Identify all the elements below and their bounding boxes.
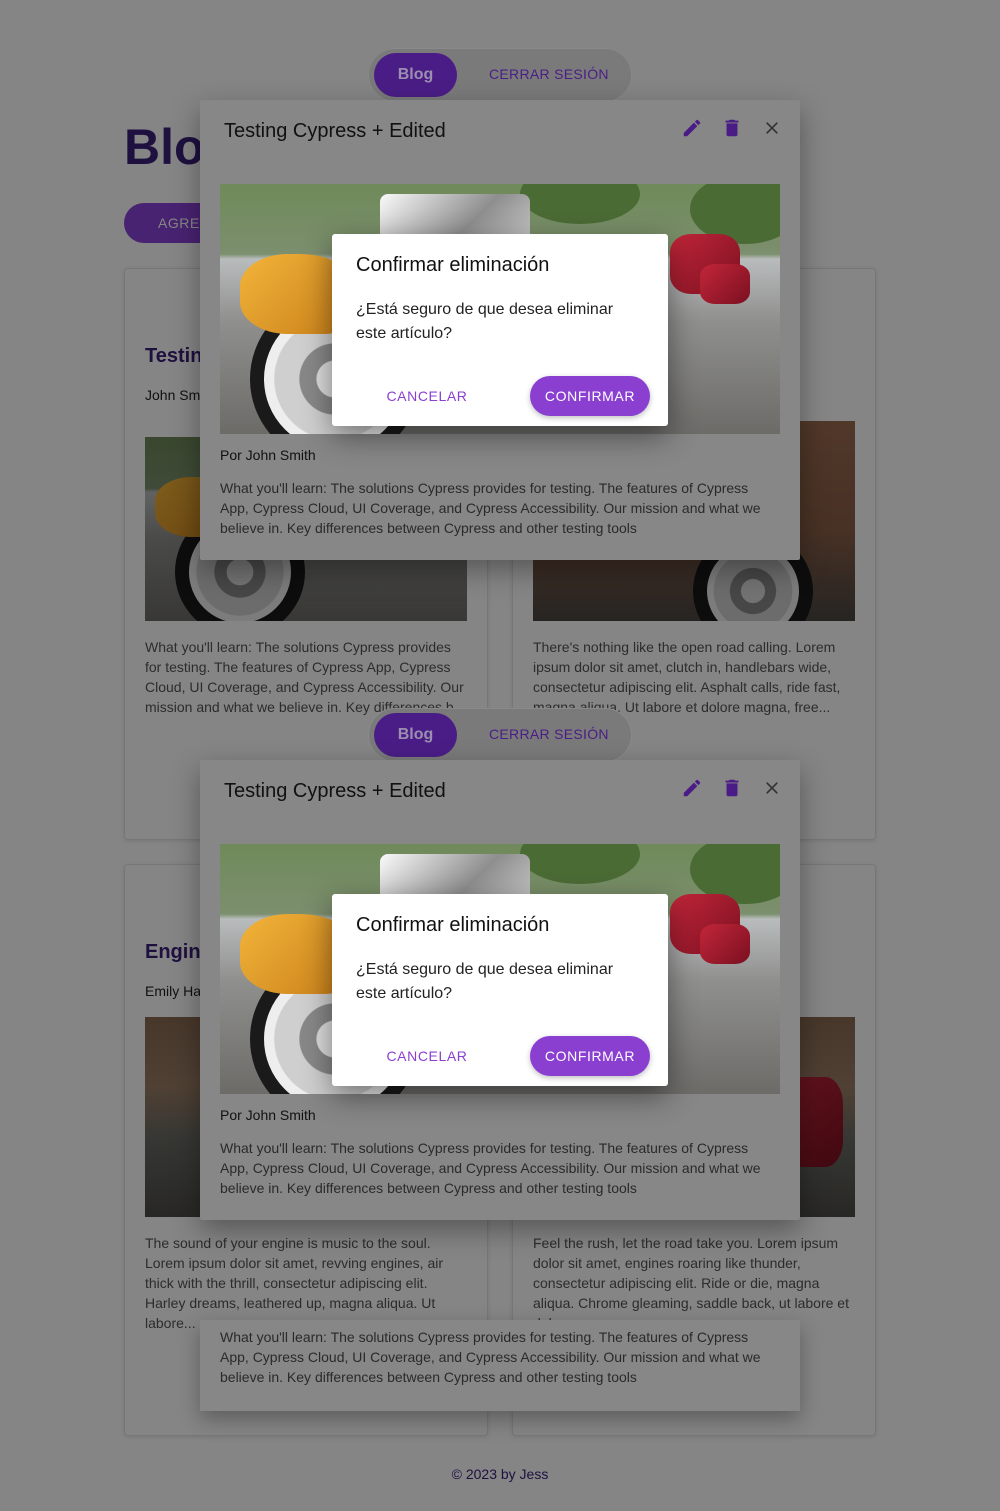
logout-link[interactable]: CERRAR SESIÓN: [489, 66, 609, 82]
dialog-title: Testing Cypress + Edited: [224, 120, 446, 142]
confirm-message: ¿Está seguro de que desea eliminar este …: [356, 301, 614, 342]
article-body: What you'll learn: The solutions Cypress…: [220, 480, 761, 536]
dialog-title: Testing Cypress + Edited: [224, 780, 446, 802]
article-body: What you'll learn: The solutions Cypress…: [220, 1140, 761, 1196]
confirm-delete-dialog: Confirmar eliminación ¿Está seguro de qu…: [332, 894, 668, 1086]
edit-icon[interactable]: [680, 116, 704, 140]
close-icon[interactable]: [760, 776, 784, 800]
confirm-button[interactable]: CONFIRMAR: [530, 376, 650, 416]
top-nav: Blog CERRAR SESIÓN: [368, 48, 632, 102]
article-author: Por John Smith: [220, 1107, 316, 1123]
cancel-button[interactable]: CANCELAR: [376, 1036, 478, 1076]
confirm-message: ¿Está seguro de que desea eliminar este …: [356, 961, 614, 1002]
edit-icon[interactable]: [680, 776, 704, 800]
blog-nav-button[interactable]: Blog: [374, 713, 457, 757]
cancel-button[interactable]: CANCELAR: [376, 376, 478, 416]
confirm-title: Confirmar eliminación: [356, 254, 550, 276]
confirm-button[interactable]: CONFIRMAR: [530, 1036, 650, 1076]
close-icon[interactable]: [760, 116, 784, 140]
top-nav: Blog CERRAR SESIÓN: [368, 708, 632, 762]
article-dialog-fragment: What you'll learn: The solutions Cypress…: [200, 1320, 800, 1411]
logout-link[interactable]: CERRAR SESIÓN: [489, 726, 609, 742]
delete-icon[interactable]: [720, 776, 744, 800]
confirm-delete-dialog: Confirmar eliminación ¿Está seguro de qu…: [332, 234, 668, 426]
blog-nav-button[interactable]: Blog: [374, 53, 457, 97]
delete-icon[interactable]: [720, 116, 744, 140]
article-author: Por John Smith: [220, 447, 316, 463]
confirm-title: Confirmar eliminación: [356, 914, 550, 936]
article-body: What you'll learn: The solutions Cypress…: [220, 1329, 761, 1385]
